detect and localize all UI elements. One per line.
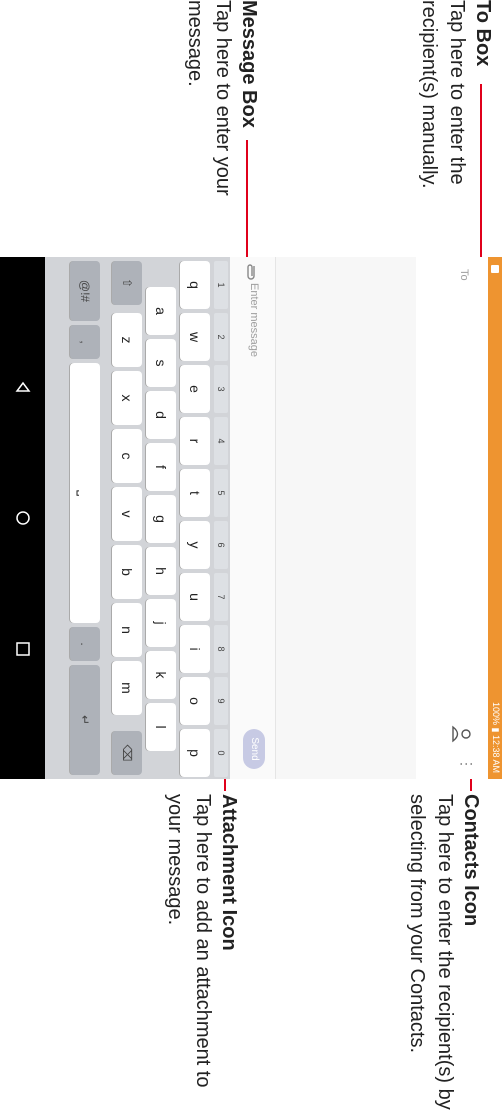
- letter-key-row2-8[interactable]: l: [146, 703, 176, 751]
- rotated-stage: To Box Tap here to enter the recipient(s…: [0, 0, 502, 1110]
- shift-key[interactable]: ⇧: [112, 261, 142, 305]
- to-box-callout: To Box Tap here to enter the recipient(s…: [415, 0, 494, 250]
- enter-key[interactable]: ↵: [70, 665, 100, 775]
- letter-key-row3-0[interactable]: z: [112, 313, 142, 367]
- letter-key-row2-0[interactable]: a: [146, 287, 176, 335]
- number-key-0[interactable]: 1: [214, 261, 228, 309]
- attachment-icon-callout: Attachment Icon Tap here to add an attac…: [161, 794, 240, 1088]
- phone-screen: 100% ▮ 12:38 AM To ⋮ Enter message Send …: [0, 257, 502, 779]
- number-key-3[interactable]: 4: [214, 417, 228, 465]
- number-key-6[interactable]: 7: [214, 573, 228, 621]
- to-box-line-h: [480, 84, 482, 262]
- contacts-icon-callout: Contacts Icon Tap here to enter the reci…: [403, 794, 482, 1110]
- letter-key-0[interactable]: q: [180, 261, 210, 309]
- letter-key-row3-5[interactable]: n: [112, 603, 142, 657]
- letter-key-row2-7[interactable]: k: [146, 651, 176, 699]
- to-box-desc-1: Tap here to enter the: [446, 0, 468, 185]
- backspace-key[interactable]: ⌫: [112, 731, 142, 775]
- contacts-icon-title: Contacts Icon: [460, 794, 482, 927]
- keyboard: 1234567890 qwertyuiop asdfghjkl zxcvbnm …: [45, 257, 230, 779]
- comma-key[interactable]: ,: [70, 325, 100, 359]
- contacts-icon-desc-1: Tap here to enter the recipient(s) by: [434, 794, 456, 1110]
- clock: 12:38 AM: [491, 734, 501, 773]
- number-key-5[interactable]: 6: [214, 521, 228, 569]
- send-button[interactable]: Send: [243, 729, 265, 769]
- home-icon[interactable]: [13, 508, 33, 528]
- number-key-2[interactable]: 3: [214, 365, 228, 413]
- status-bar: 100% ▮ 12:38 AM: [488, 257, 502, 779]
- to-box-desc-2: recipient(s) manually.: [418, 0, 440, 189]
- letter-key-row2-1[interactable]: s: [146, 339, 176, 387]
- status-info: 100% ▮ 12:38 AM: [490, 702, 501, 773]
- number-key-8[interactable]: 9: [214, 677, 228, 725]
- space-key[interactable]: ⎵: [70, 363, 100, 623]
- letter-key-6[interactable]: u: [180, 573, 210, 621]
- letter-key-row3-1[interactable]: x: [112, 371, 142, 425]
- contacts-icon-desc-2: selecting from your Contacts.: [406, 794, 428, 1053]
- attachment-icon-desc-1: Tap here to add an attachment to: [192, 794, 214, 1088]
- letter-key-5[interactable]: y: [180, 521, 210, 569]
- message-box-callout: Message Box Tap here to enter your messa…: [181, 0, 260, 250]
- conversation-area: [276, 257, 416, 779]
- message-box[interactable]: Enter message: [248, 283, 260, 357]
- to-label: To: [458, 269, 470, 281]
- letter-key-3[interactable]: r: [180, 417, 210, 465]
- symbols-key[interactable]: @!#: [70, 261, 100, 321]
- period-key[interactable]: .: [70, 627, 100, 661]
- letter-key-1[interactable]: w: [180, 313, 210, 361]
- to-box-title: To Box: [472, 0, 494, 67]
- letter-key-row2-3[interactable]: f: [146, 443, 176, 491]
- letter-key-2[interactable]: e: [180, 365, 210, 413]
- message-box-title: Message Box: [238, 0, 260, 128]
- number-key-1[interactable]: 2: [214, 313, 228, 361]
- contacts-icon[interactable]: [450, 725, 472, 743]
- letter-key-7[interactable]: i: [180, 625, 210, 673]
- message-box-desc-2: message.: [184, 0, 206, 87]
- letter-key-row2-4[interactable]: g: [146, 495, 176, 543]
- notification-icon: [491, 265, 499, 273]
- letter-key-9[interactable]: p: [180, 729, 210, 777]
- letter-key-4[interactable]: t: [180, 469, 210, 517]
- letter-key-row2-5[interactable]: h: [146, 547, 176, 595]
- back-icon[interactable]: [13, 377, 33, 397]
- attachment-icon-title: Attachment Icon: [218, 794, 240, 951]
- number-key-9[interactable]: 0: [214, 729, 228, 777]
- message-box-desc-1: Tap here to enter your: [212, 0, 234, 196]
- attachment-icon[interactable]: [247, 263, 261, 281]
- battery-level: 100%: [491, 701, 501, 725]
- letter-key-row3-2[interactable]: c: [112, 429, 142, 483]
- to-box[interactable]: To ⋮: [415, 257, 488, 779]
- letter-key-row2-6[interactable]: j: [146, 599, 176, 647]
- letter-key-row3-4[interactable]: b: [112, 545, 142, 599]
- recent-apps-icon[interactable]: [13, 639, 33, 659]
- more-options-icon[interactable]: ⋮: [450, 757, 475, 771]
- number-key-7[interactable]: 8: [214, 625, 228, 673]
- attachment-icon-desc-2: your message.: [164, 794, 186, 926]
- battery-icon: ▮: [491, 727, 501, 733]
- number-key-4[interactable]: 5: [214, 469, 228, 517]
- letter-key-row3-3[interactable]: v: [112, 487, 142, 541]
- letter-key-8[interactable]: o: [180, 677, 210, 725]
- letter-key-row2-2[interactable]: d: [146, 391, 176, 439]
- navigation-bar: [0, 257, 45, 779]
- compose-bar: Enter message Send: [229, 257, 276, 779]
- letter-key-row3-6[interactable]: m: [112, 661, 142, 715]
